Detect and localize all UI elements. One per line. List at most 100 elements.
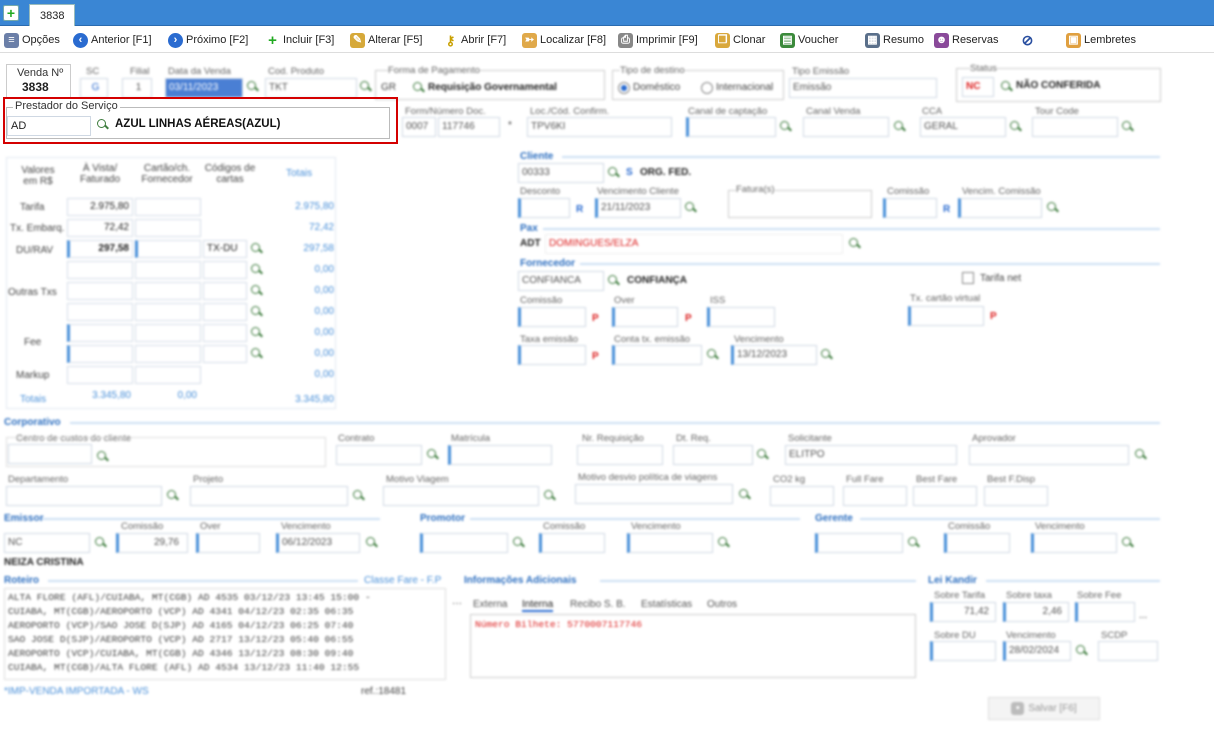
promoter-code-field[interactable] xyxy=(420,533,508,553)
issuer-due-field[interactable]: 06/12/2023 xyxy=(276,533,360,553)
emission-fee-field[interactable] xyxy=(518,345,586,365)
supplier-due-field[interactable]: 13/12/2023 xyxy=(731,345,817,365)
fee1-code-field[interactable] xyxy=(203,324,247,342)
row4-search-icon[interactable] xyxy=(250,263,263,276)
find-button[interactable]: ➳ Localizar [F8] xyxy=(522,31,606,49)
best-fare-avail-field[interactable] xyxy=(984,486,1048,506)
row4-cash-field[interactable] xyxy=(67,261,133,279)
issuer-commission-field[interactable]: 29,76 xyxy=(116,533,188,553)
other2-cash-field[interactable] xyxy=(67,303,133,321)
du-code-field[interactable]: TX-DU xyxy=(203,240,247,258)
promoter-search-icon[interactable] xyxy=(512,536,525,549)
other1-cash-field[interactable] xyxy=(67,282,133,300)
international-radio[interactable] xyxy=(701,82,713,94)
summary-button[interactable]: ▦ Resumo xyxy=(865,31,924,49)
on-fare-field[interactable]: 71,42 xyxy=(930,602,996,622)
registration-field[interactable] xyxy=(448,445,552,465)
tab-internal[interactable]: Interna xyxy=(522,599,554,612)
row4-card-field[interactable] xyxy=(135,261,201,279)
sales-channel-field[interactable] xyxy=(803,117,889,137)
clone-button[interactable]: ❐ Clonar xyxy=(715,31,765,49)
promoter-commission-field[interactable] xyxy=(539,533,605,553)
next-button[interactable]: › Próximo [F2] xyxy=(168,31,248,49)
boarding-tax-cash-field[interactable]: 72,42 xyxy=(67,219,133,237)
fee2-search-icon[interactable] xyxy=(250,347,263,360)
on-tax-field[interactable]: 2,46 xyxy=(1003,602,1069,622)
locator-field[interactable]: TPV6KI xyxy=(527,117,672,137)
voucher-button[interactable]: ▤ Voucher xyxy=(780,31,838,49)
tour-code-search-icon[interactable] xyxy=(1121,120,1134,133)
manager-code-field[interactable] xyxy=(815,533,903,553)
requisition-date-search-icon[interactable] xyxy=(756,448,769,461)
commission-due-field[interactable] xyxy=(958,198,1042,218)
issuer-over-field[interactable] xyxy=(196,533,260,553)
date-search-icon[interactable] xyxy=(246,80,259,93)
commission-due-search-icon[interactable] xyxy=(1046,201,1059,214)
add-tab-icon[interactable]: + xyxy=(3,5,19,21)
tour-code-field[interactable] xyxy=(1032,117,1118,137)
manager-search-icon[interactable] xyxy=(907,536,920,549)
reminders-button[interactable]: ▣ Lembretes xyxy=(1066,31,1136,49)
full-fare-field[interactable] xyxy=(843,486,907,506)
capture-channel-search-icon[interactable] xyxy=(779,120,792,133)
payment-search-icon[interactable] xyxy=(412,81,425,94)
du-cash-field[interactable]: 297,58 xyxy=(67,240,133,258)
internal-notes-textarea[interactable]: Número Bilhete: 5770007117746 xyxy=(470,614,916,678)
doc-number-field[interactable]: 117746 xyxy=(438,117,500,137)
markup-card-field[interactable] xyxy=(135,366,201,384)
issuer-search-icon[interactable] xyxy=(94,536,107,549)
policy-deviation-search-icon[interactable] xyxy=(738,488,751,501)
issuer-code-field[interactable]: NC xyxy=(4,533,90,553)
cca-field[interactable]: GERAL xyxy=(920,117,1006,137)
sc-field[interactable]: G xyxy=(80,78,108,98)
previous-button[interactable]: ‹ Anterior [F1] xyxy=(73,31,152,49)
department-field[interactable] xyxy=(6,486,162,506)
tab-others[interactable]: Outros xyxy=(707,599,737,610)
other2-search-icon[interactable] xyxy=(250,305,263,318)
boarding-tax-card-field[interactable] xyxy=(135,219,201,237)
status-code-field[interactable]: NC xyxy=(962,77,994,97)
virtual-card-tax-field[interactable] xyxy=(908,306,984,326)
du-card-field[interactable] xyxy=(135,240,201,258)
trip-reason-search-icon[interactable] xyxy=(543,489,556,502)
edit-button[interactable]: ✎ Alterar [F5] xyxy=(350,31,422,49)
scdp-field[interactable] xyxy=(1098,641,1158,661)
supplier-due-search-icon[interactable] xyxy=(820,348,833,361)
net-fare-checkbox[interactable] xyxy=(962,272,974,284)
requisition-field[interactable] xyxy=(577,445,663,465)
discount-field[interactable] xyxy=(518,198,570,218)
attach-button[interactable]: ⊘ xyxy=(1020,31,1035,49)
emission-account-field[interactable] xyxy=(612,345,702,365)
manager-due-field[interactable] xyxy=(1031,533,1117,553)
department-search-icon[interactable] xyxy=(166,489,179,502)
on-fee-field[interactable] xyxy=(1075,602,1135,622)
client-commission-field[interactable] xyxy=(883,198,937,218)
markup-cash-field[interactable] xyxy=(67,366,133,384)
requisition-date-field[interactable] xyxy=(673,445,753,465)
co2-field[interactable] xyxy=(770,486,834,506)
promoter-due-search-icon[interactable] xyxy=(717,536,730,549)
fee1-cash-field[interactable] xyxy=(67,324,133,342)
client-code-field[interactable]: 00333 xyxy=(518,163,604,183)
iss-field[interactable] xyxy=(707,307,775,327)
supplier-code-field[interactable]: CONFIANCA xyxy=(518,271,604,291)
project-field[interactable] xyxy=(190,486,348,506)
fee1-card-field[interactable] xyxy=(135,324,201,342)
include-button[interactable]: + Incluir [F3] xyxy=(265,31,334,49)
print-button[interactable]: ⎙ Imprimir [F9] xyxy=(618,31,698,49)
supplier-commission-field[interactable] xyxy=(518,307,586,327)
on-du-field[interactable] xyxy=(930,641,996,661)
lei-kandir-due-search-icon[interactable] xyxy=(1075,644,1088,657)
client-due-search-icon[interactable] xyxy=(684,201,697,214)
lei-kandir-due-field[interactable]: 28/02/2024 xyxy=(1003,641,1071,661)
other1-search-icon[interactable] xyxy=(250,284,263,297)
other1-code-field[interactable] xyxy=(203,282,247,300)
emission-account-search-icon[interactable] xyxy=(706,348,719,361)
sale-date-field[interactable]: 03/11/2023 xyxy=(165,78,243,98)
tab-statistics[interactable]: Estatísticas xyxy=(641,599,692,610)
emission-type-select[interactable]: Emissão xyxy=(789,78,937,98)
fee2-cash-field[interactable] xyxy=(67,345,133,363)
capture-channel-field[interactable] xyxy=(686,117,776,137)
over-field[interactable] xyxy=(612,307,678,327)
pax-name-field[interactable]: DOMINGUES/ELZA xyxy=(545,234,843,254)
